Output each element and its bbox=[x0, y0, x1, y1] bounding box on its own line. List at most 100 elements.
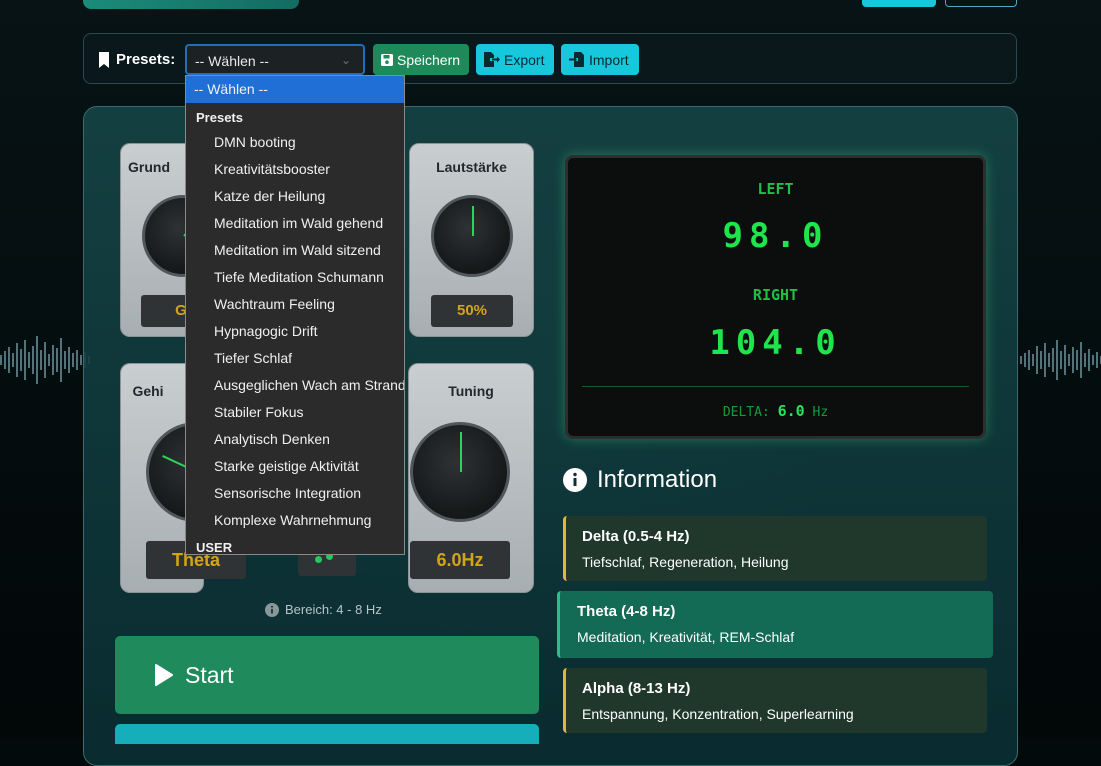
dropdown-option[interactable]: Sensorische Integration bbox=[186, 480, 404, 507]
dropdown-option[interactable]: Starke geistige Aktivität bbox=[186, 453, 404, 480]
export-button[interactable]: Export bbox=[476, 44, 554, 75]
waveform-bar bbox=[1068, 354, 1070, 366]
volume-value: 50% bbox=[431, 295, 513, 327]
dropdown-option[interactable]: Hypnagogic Drift bbox=[186, 318, 404, 345]
waveform-bar bbox=[1032, 354, 1034, 366]
top-button-2[interactable] bbox=[945, 0, 1017, 7]
info-circle-icon bbox=[265, 602, 279, 617]
waveform-bar bbox=[64, 351, 66, 369]
right-channel-label: RIGHT bbox=[752, 286, 799, 304]
waveform-bar bbox=[1080, 342, 1082, 378]
waveform-bar bbox=[1088, 349, 1090, 371]
dropdown-option[interactable]: Katze der Heilung bbox=[186, 183, 404, 210]
waveform-bar bbox=[1052, 348, 1054, 372]
presets-label: Presets: bbox=[98, 51, 175, 68]
delta-unit: Hz bbox=[812, 405, 829, 420]
volume-title: Lautstärke bbox=[436, 159, 507, 175]
waveform-bar bbox=[72, 353, 74, 367]
save-button-label: Speichern bbox=[397, 51, 461, 68]
waveform-bar bbox=[1096, 352, 1098, 368]
volume-knob[interactable] bbox=[431, 195, 513, 277]
preset-select-value: -- Wählen -- bbox=[195, 53, 269, 69]
export-button-label: Export bbox=[504, 51, 545, 68]
waveform-bar bbox=[20, 349, 22, 371]
waveform-bar bbox=[16, 343, 18, 377]
delta-readout: DELTA: 6.0 Hz bbox=[568, 402, 983, 420]
info-card-theta: Theta (4-8 Hz) Meditation, Kreativität, … bbox=[557, 591, 993, 658]
knob-needle bbox=[472, 206, 474, 236]
preset-dropdown-list: -- Wählen -- Presets DMN booting Kreativ… bbox=[185, 75, 405, 555]
waveform-bar bbox=[28, 352, 30, 368]
knob-needle bbox=[460, 432, 462, 472]
waveform-bar bbox=[1076, 350, 1078, 370]
dropdown-option-selected[interactable]: -- Wählen -- bbox=[186, 76, 404, 103]
presets-label-text: Presets: bbox=[116, 51, 176, 68]
waveform-bar bbox=[1084, 353, 1086, 367]
bookmark-icon bbox=[99, 51, 109, 68]
top-button-1[interactable] bbox=[862, 0, 936, 7]
dropdown-option[interactable]: Wachtraum Feeling bbox=[186, 291, 404, 318]
import-button[interactable]: Import bbox=[561, 44, 639, 75]
info-card-alpha: Alpha (8-13 Hz) Entspannung, Konzentrati… bbox=[563, 668, 987, 733]
waveform-bar bbox=[56, 348, 58, 372]
file-import-icon bbox=[569, 52, 584, 67]
waveform-bar bbox=[76, 350, 78, 370]
delta-label: DELTA: bbox=[722, 405, 770, 420]
waveform-bar bbox=[36, 336, 38, 384]
info-card-delta: Delta (0.5-4 Hz) Tiefschlaf, Regeneratio… bbox=[563, 516, 987, 581]
waveform-bar bbox=[52, 345, 54, 375]
start-button[interactable]: Start bbox=[115, 636, 539, 714]
floppy-disk-icon bbox=[381, 53, 393, 66]
import-button-label: Import bbox=[589, 51, 629, 68]
delta-value: 6.0 bbox=[777, 402, 805, 420]
indicator-dot bbox=[315, 556, 322, 563]
info-card-heading: Alpha (8-13 Hz) bbox=[582, 680, 691, 697]
waveform-bar bbox=[1020, 356, 1022, 364]
secondary-action-button[interactable] bbox=[115, 724, 539, 744]
waveform-bar bbox=[1072, 347, 1074, 373]
info-card-description: Tiefschlaf, Regeneration, Heilung bbox=[582, 554, 789, 570]
dropdown-option[interactable]: Tiefer Schlaf bbox=[186, 345, 404, 372]
dropdown-option[interactable]: Meditation im Wald gehend bbox=[186, 210, 404, 237]
top-tab-bar[interactable] bbox=[83, 0, 299, 9]
dropdown-option[interactable]: DMN booting bbox=[186, 129, 404, 156]
save-button[interactable]: Speichern bbox=[373, 44, 469, 75]
waveform-bar bbox=[1040, 351, 1042, 369]
dropdown-group-user: USER bbox=[196, 540, 233, 555]
dropdown-option[interactable]: Stabiler Fokus bbox=[186, 399, 404, 426]
file-export-icon bbox=[484, 52, 500, 67]
waveform-bar bbox=[40, 350, 42, 370]
dropdown-option[interactable]: Komplexe Wahrnehmung bbox=[186, 507, 404, 534]
display-divider bbox=[582, 386, 969, 387]
tuning-title: Tuning bbox=[448, 383, 494, 399]
base-frequency-title: Grund bbox=[128, 159, 170, 175]
dropdown-option[interactable]: Ausgeglichen Wach am Strand bbox=[186, 372, 404, 399]
waveform-bar bbox=[1064, 345, 1066, 375]
waveform-bar bbox=[48, 354, 50, 366]
dropdown-group-presets: Presets bbox=[196, 110, 243, 125]
tuning-knob[interactable] bbox=[410, 422, 510, 522]
waveform-bar bbox=[80, 355, 82, 365]
right-channel-value: 104.0 bbox=[709, 323, 842, 363]
information-title: Information bbox=[597, 466, 718, 493]
chevron-down-icon: ⌄ bbox=[340, 53, 351, 67]
info-card-description: Meditation, Kreativität, REM-Schlaf bbox=[577, 629, 795, 645]
dropdown-option[interactable]: Meditation im Wald sitzend bbox=[186, 237, 404, 264]
waveform-bar bbox=[4, 351, 6, 369]
waveform-bar bbox=[32, 346, 34, 374]
preset-select[interactable]: -- Wählen -- ⌄ bbox=[185, 44, 365, 75]
waveform-bar bbox=[1044, 343, 1046, 377]
dropdown-option[interactable]: Tiefe Meditation Schumann bbox=[186, 264, 404, 291]
dropdown-option[interactable]: Kreativitätsbooster bbox=[186, 156, 404, 183]
frequency-display: LEFT 98.0 RIGHT 104.0 DELTA: 6.0 Hz bbox=[565, 155, 986, 439]
waveform-bar bbox=[1056, 340, 1058, 380]
waveform-bar bbox=[44, 342, 46, 378]
left-channel-label: LEFT bbox=[757, 180, 794, 198]
start-button-label: Start bbox=[185, 661, 234, 688]
waveform-bar bbox=[12, 353, 14, 367]
volume-card: Lautstärke 50% bbox=[409, 143, 534, 337]
waveform-bar bbox=[1036, 346, 1038, 374]
dropdown-option[interactable]: Analytisch Denken bbox=[186, 426, 404, 453]
tuning-value: 6.0Hz bbox=[410, 541, 510, 579]
tuning-card: Tuning 6.0Hz bbox=[408, 363, 534, 593]
